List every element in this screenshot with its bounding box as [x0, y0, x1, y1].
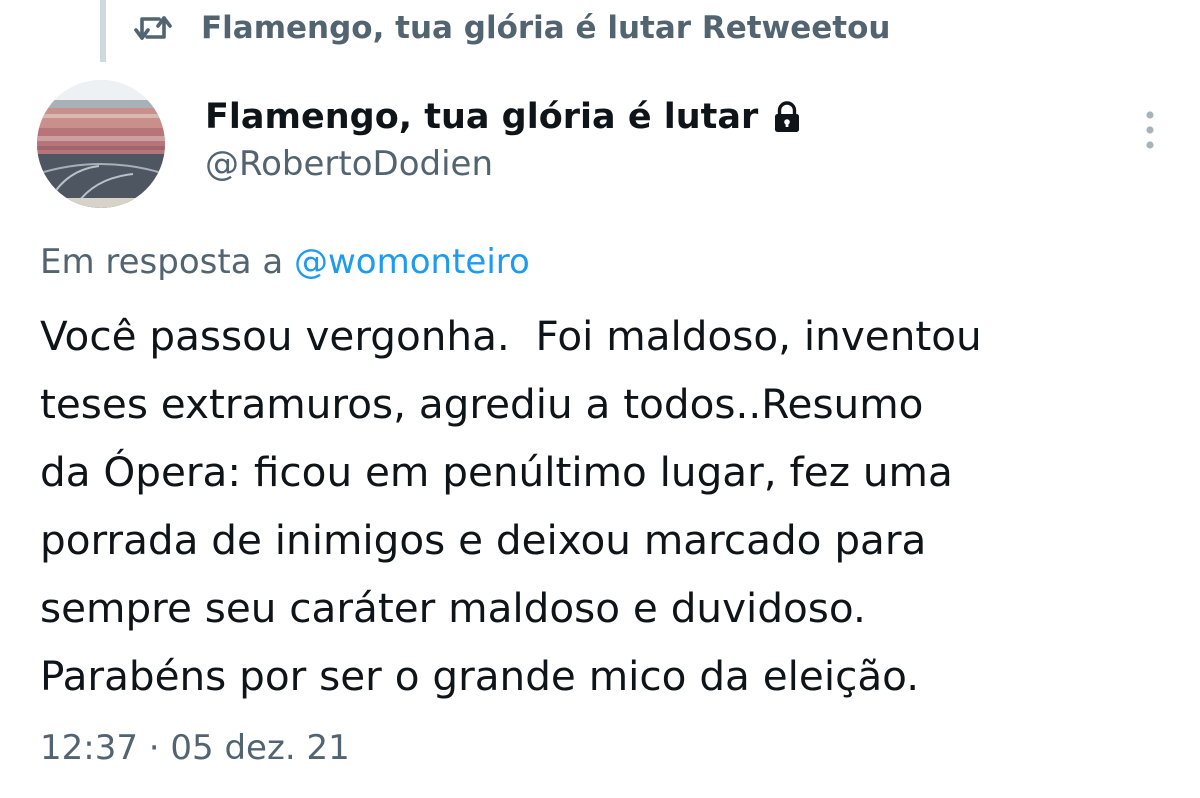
retweet-context[interactable]: Flamengo, tua glória é lutar Retweetou	[133, 2, 890, 54]
tweet-line: Parabéns por ser o grande mico da eleiçã…	[40, 652, 920, 700]
more-vertical-icon	[1143, 108, 1157, 156]
tweet-timestamp[interactable]: 12:37 · 05 dez. 21	[40, 728, 350, 768]
tweet-line: da Ópera: ficou em penúltimo lugar, fez …	[40, 448, 953, 496]
more-options-button[interactable]	[1132, 108, 1168, 156]
tweet-line: sempre seu caráter maldoso e duvidoso.	[40, 584, 866, 632]
author-display-name[interactable]: Flamengo, tua glória é lutar	[205, 97, 758, 137]
author-handle[interactable]: @RobertoDodien	[205, 144, 493, 184]
author-header[interactable]: Flamengo, tua glória é lutar	[205, 92, 802, 142]
thread-connector-line	[100, 0, 106, 62]
retweet-label[interactable]: Flamengo, tua glória é lutar Retweetou	[201, 10, 890, 46]
tweet-line: Você passou vergonha. Foi maldoso, inven…	[40, 312, 982, 360]
stadium-avatar[interactable]	[37, 80, 165, 208]
lock-icon	[772, 100, 802, 134]
reply-mention-link[interactable]: @womonteiro	[294, 242, 530, 282]
tweet-line: porrada de inimigos e deixou marcado par…	[40, 516, 927, 564]
tweet-body: Você passou vergonha. Foi maldoso, inven…	[40, 302, 1160, 710]
tweet-line: teses extramuros, agrediu a todos..Resum…	[40, 380, 924, 428]
reply-prefix: Em resposta a	[40, 242, 294, 282]
retweet-icon	[133, 8, 173, 48]
reply-context: Em resposta a @womonteiro	[40, 242, 530, 282]
